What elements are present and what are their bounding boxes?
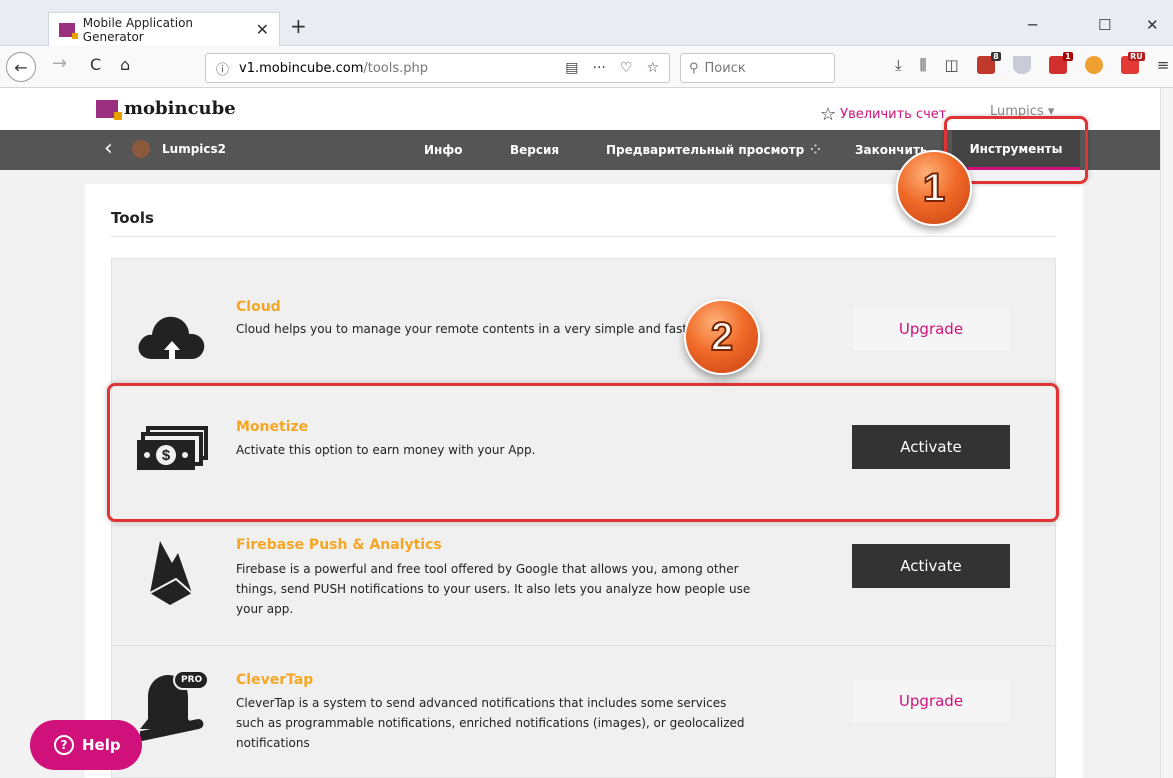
library-icon[interactable]: ⫼: [920, 56, 927, 74]
upgrade-button[interactable]: Upgrade: [852, 307, 1010, 351]
page-actions-icon[interactable]: ···: [593, 60, 606, 76]
arrow-left-icon: ←: [14, 57, 28, 77]
home-icon[interactable]: ⌂: [120, 55, 130, 74]
loading-spinner-icon: ⁘: [810, 143, 821, 158]
info-icon[interactable]: ⓘ: [216, 59, 229, 78]
url-path: /tools.php: [363, 60, 429, 76]
app-avatar: [132, 140, 150, 158]
back-chevron-icon[interactable]: ‹: [104, 136, 113, 161]
pro-badge: PRO: [181, 675, 203, 685]
tab-title: Mobile Application Generator: [82, 15, 194, 44]
star-icon: ☆: [820, 104, 837, 125]
activate-button[interactable]: Activate: [852, 544, 1010, 588]
row-divider: [112, 525, 1057, 526]
search-placeholder: Поиск: [704, 60, 746, 76]
scrollbar[interactable]: [1160, 88, 1173, 778]
title-divider: [111, 236, 1056, 237]
upgrade-account-link[interactable]: ☆ Увеличить счет: [820, 104, 946, 125]
url-bar[interactable]: ⓘ v1.mobincube.com/tools.php ▤ ··· ♡ ☆: [205, 53, 670, 83]
shield-extension-icon[interactable]: [1012, 56, 1031, 74]
cloud-upload-icon: [134, 307, 210, 367]
help-button[interactable]: ? Help: [30, 720, 142, 770]
reload-button[interactable]: C: [90, 55, 101, 74]
firebase-icon: [148, 539, 194, 609]
logo-mark-icon: [96, 99, 122, 120]
menu-item-preview[interactable]: Предварительный просмотр: [606, 143, 804, 157]
minimize-button[interactable]: ─: [1028, 16, 1037, 34]
monkey-extension-icon[interactable]: [1084, 56, 1103, 74]
app-name[interactable]: Lumpics2: [162, 142, 226, 156]
close-window-button[interactable]: ✕: [1146, 16, 1159, 34]
toolbar-icons: ⤓ ⫼ ◫ 8 1 RU ≡: [895, 52, 1170, 74]
tool-title-cloud: Cloud: [236, 299, 281, 315]
browser-tab[interactable]: Mobile Application Generator ✕: [48, 12, 280, 46]
menu-hamburger-icon[interactable]: ≡: [1157, 56, 1170, 74]
tool-desc-clevertap: CleverTap is a system to send advanced n…: [236, 696, 745, 750]
upgrade-account-label: Увеличить счет: [840, 107, 947, 122]
favicon-icon: [59, 22, 78, 39]
sidebar-icon[interactable]: ◫: [945, 56, 959, 74]
forward-button[interactable]: →: [52, 53, 67, 74]
ublock-extension-icon[interactable]: 8: [976, 52, 1001, 74]
bell-pro-icon: PRO: [136, 665, 212, 761]
bookmark-star-icon[interactable]: ☆: [646, 60, 659, 76]
search-input[interactable]: ⚲ Поиск: [680, 53, 835, 83]
highlight-monetize-row: [107, 383, 1059, 522]
tool-title-clevertap: CleverTap: [236, 672, 314, 688]
addon-extension-icon[interactable]: 1: [1048, 52, 1073, 74]
search-icon: ⚲: [689, 60, 699, 76]
tool-title-firebase: Firebase Push & Analytics: [236, 537, 442, 553]
upgrade-button[interactable]: Upgrade: [852, 679, 1010, 723]
reader-view-icon[interactable]: ▤: [565, 60, 578, 76]
question-icon: ?: [54, 735, 74, 755]
tool-desc-firebase: Firebase is a powerful and free tool off…: [236, 562, 751, 616]
new-tab-button[interactable]: +: [290, 14, 307, 38]
step-2-marker: 2: [684, 299, 760, 375]
menu-item-info[interactable]: Инфо: [424, 143, 462, 157]
help-label: Help: [82, 736, 121, 754]
page-title: Tools: [111, 209, 154, 227]
tool-desc-cloud: Cloud helps you to manage your remote co…: [236, 322, 686, 336]
row-divider: [112, 645, 1057, 646]
logo-text: mobincube: [124, 98, 236, 119]
step-1-marker: 1: [896, 150, 972, 226]
download-icon[interactable]: ⤓: [895, 56, 902, 74]
menu-item-version[interactable]: Версия: [510, 143, 559, 157]
maximize-button[interactable]: ☐: [1098, 16, 1111, 34]
ru-extension-icon[interactable]: RU: [1120, 52, 1145, 74]
mobincube-logo[interactable]: mobincube: [96, 98, 236, 120]
back-button[interactable]: ←: [6, 52, 36, 82]
url-host: v1.mobincube.com: [239, 60, 364, 76]
pocket-icon[interactable]: ♡: [620, 60, 633, 76]
tab-close-icon[interactable]: ✕: [256, 20, 269, 39]
